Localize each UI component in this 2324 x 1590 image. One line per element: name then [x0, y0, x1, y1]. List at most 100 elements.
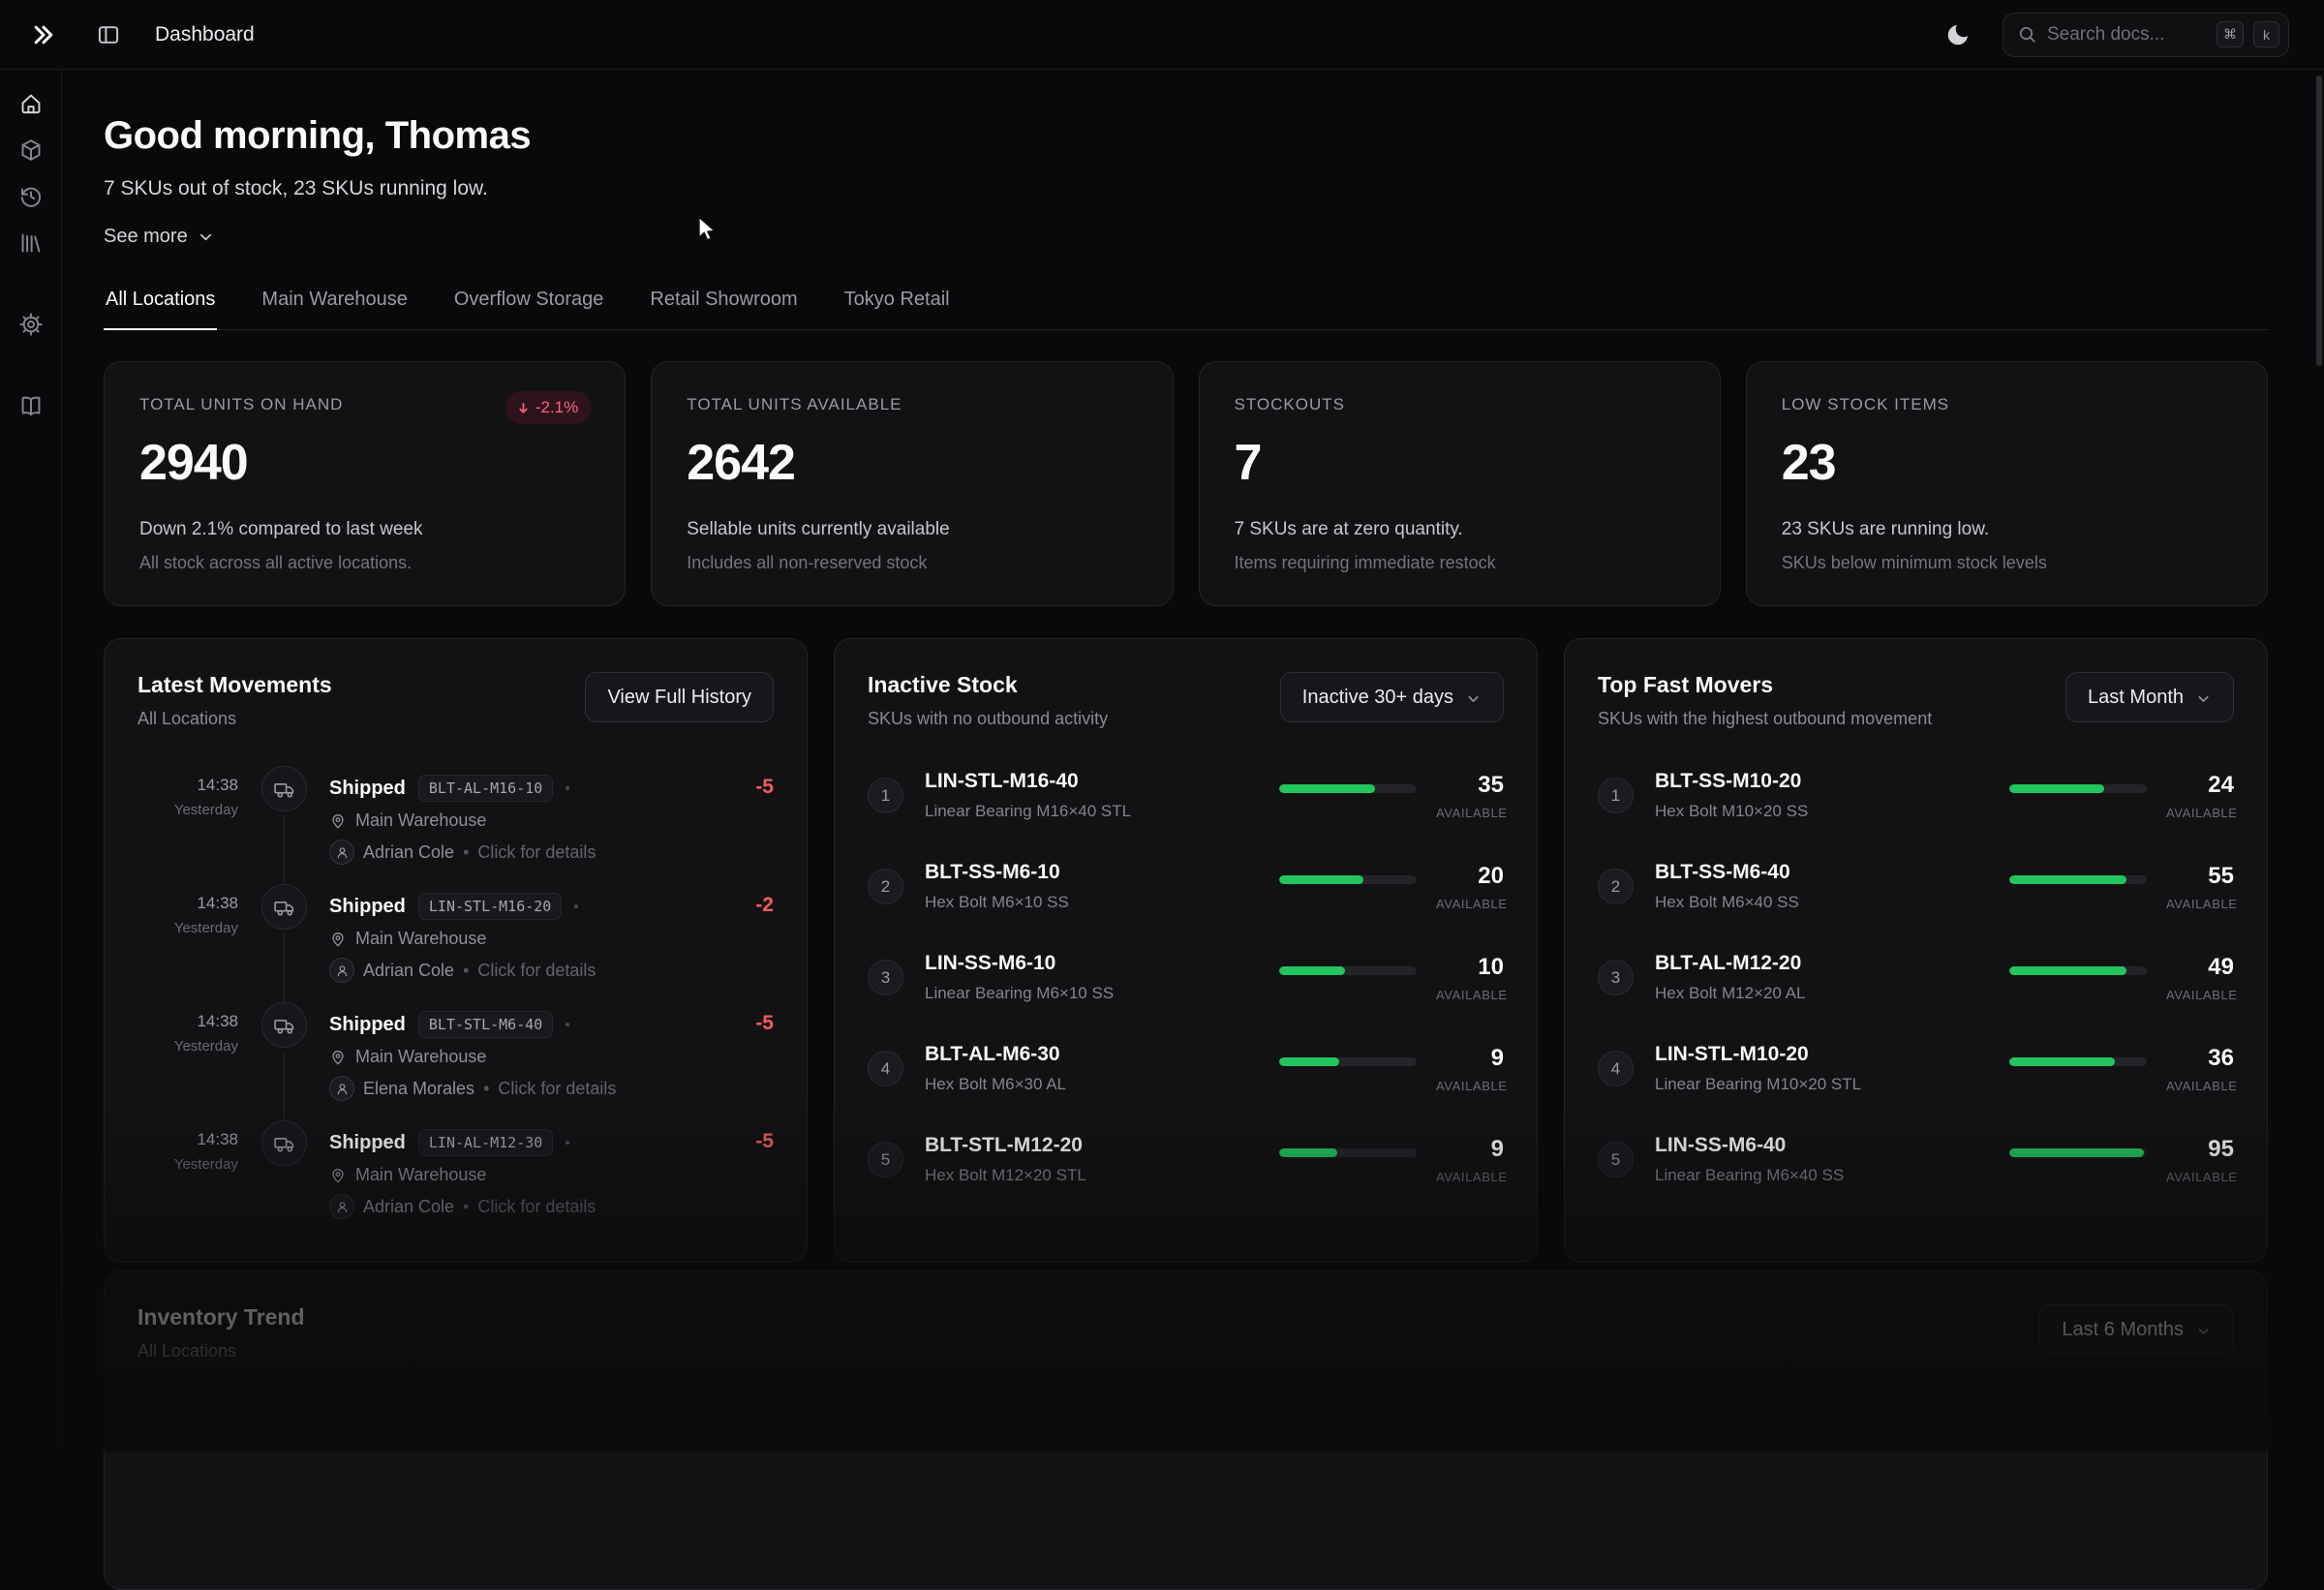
movement-quantity: -5 [718, 1120, 774, 1219]
movement-location: Main Warehouse [355, 929, 486, 949]
available-label: AVAILABLE [1436, 1170, 1504, 1184]
map-pin-icon [329, 931, 347, 948]
stock-sku: LIN-STL-M10-20 [1655, 1043, 2002, 1066]
stock-bar [2009, 1148, 2147, 1157]
app-logo[interactable] [25, 16, 62, 53]
stock-available-value: 24 [2166, 772, 2234, 799]
dot-separator: • [463, 1197, 469, 1217]
stock-sku: BLT-SS-M6-10 [925, 861, 1271, 884]
sidebar-item-catalog[interactable] [12, 224, 50, 262]
stat-card-units-on-hand[interactable]: TOTAL UNITS ON HAND -2.1% 2940 Down 2.1%… [104, 361, 626, 606]
stock-row[interactable]: 3 LIN-SS-M6-10 Linear Bearing M6×10 SS 1… [868, 952, 1504, 1003]
movement-user: Adrian Cole [363, 961, 454, 981]
stock-row[interactable]: 3 BLT-AL-M12-20 Hex Bolt M12×20 AL 49 AV… [1598, 952, 2234, 1003]
trend-period-dropdown[interactable]: Last 6 Months [2039, 1304, 2234, 1355]
stock-row[interactable]: 5 BLT-STL-M12-20 Hex Bolt M12×20 STL 9 A… [868, 1134, 1504, 1185]
stock-available-value: 9 [1436, 1045, 1504, 1072]
latest-movements-panel: Latest Movements All Locations View Full… [104, 638, 808, 1263]
gear-icon [18, 312, 44, 337]
stat-card-units-available[interactable]: TOTAL UNITS AVAILABLE 2642 Sellable unit… [651, 361, 1173, 606]
stock-sku: BLT-SS-M10-20 [1655, 770, 2002, 793]
book-open-icon [18, 393, 44, 418]
movement-sku-chip: BLT-STL-M6-40 [418, 1011, 553, 1038]
search-box[interactable]: ⌘ k [2003, 13, 2289, 57]
stock-row[interactable]: 2 BLT-SS-M6-10 Hex Bolt M6×10 SS 20 AVAI… [868, 861, 1504, 912]
theme-toggle-button[interactable] [1939, 15, 1977, 54]
movement-time: 14:38 Yesterday [138, 766, 238, 865]
available-label: AVAILABLE [2166, 1170, 2234, 1184]
stat-card-low-stock[interactable]: LOW STOCK ITEMS 23 23 SKUs are running l… [1746, 361, 2268, 606]
sidebar-toggle-button[interactable] [89, 15, 128, 54]
movement-row[interactable]: 14:38 Yesterday Shipped BLT-AL [138, 766, 774, 865]
available-label: AVAILABLE [2166, 897, 2234, 911]
panel-left-icon [96, 22, 121, 47]
stock-bar [2009, 784, 2147, 793]
fast-movers-period-dropdown[interactable]: Last Month [2065, 672, 2234, 722]
stock-description: Linear Bearing M6×40 SS [1655, 1166, 2002, 1185]
movement-sku-chip: LIN-AL-M12-30 [418, 1129, 553, 1156]
movement-location: Main Warehouse [355, 1165, 486, 1185]
chevron-down-icon [2195, 690, 2212, 707]
sidebar-item-settings[interactable] [12, 305, 50, 344]
movement-row[interactable]: 14:38 Yesterday Shipped BLT-ST [138, 1002, 774, 1101]
kbd-k: k [2253, 21, 2279, 47]
chevron-down-icon [2195, 1323, 2212, 1339]
truck-icon [273, 1014, 295, 1036]
greeting-title: Good morning, Thomas [104, 114, 2268, 158]
dot-separator: • [483, 1079, 489, 1099]
stock-row[interactable]: 5 LIN-SS-M6-40 Linear Bearing M6×40 SS 9… [1598, 1134, 2234, 1185]
inactive-period-dropdown[interactable]: Inactive 30+ days [1280, 672, 1504, 722]
movement-details-link[interactable]: Click for details [498, 1079, 616, 1099]
stock-available-value: 10 [1436, 954, 1504, 981]
sidebar-item-inventory[interactable] [12, 131, 50, 169]
movement-details-link[interactable]: Click for details [477, 1197, 596, 1217]
see-more-button[interactable]: See more [104, 226, 215, 248]
tab-retail-showroom[interactable]: Retail Showroom [648, 289, 799, 329]
stock-bar-fill [2009, 1057, 2115, 1066]
stat-description: Sellable units currently available [687, 519, 1137, 540]
search-input[interactable] [2047, 24, 2207, 46]
page-scrollbar[interactable] [2316, 76, 2322, 366]
user-icon [335, 963, 350, 978]
stock-row[interactable]: 1 BLT-SS-M10-20 Hex Bolt M10×20 SS 24 AV… [1598, 770, 2234, 821]
stock-sku: LIN-SS-M6-10 [925, 952, 1271, 975]
stock-bar-fill [2009, 875, 2126, 884]
tab-main-warehouse[interactable]: Main Warehouse [260, 289, 409, 329]
stock-row[interactable]: 4 BLT-AL-M6-30 Hex Bolt M6×30 AL 9 AVAIL… [868, 1043, 1504, 1094]
sidebar-item-history[interactable] [12, 177, 50, 216]
stock-bar-fill [2009, 784, 2104, 793]
stat-value: 7 [1235, 434, 1685, 492]
tab-tokyo-retail[interactable]: Tokyo Retail [842, 289, 952, 329]
panel-title: Inventory Trend [138, 1304, 305, 1330]
movement-content: Shipped LIN-STL-M16-20 Main Warehouse [329, 884, 718, 983]
chevron-down-icon [197, 228, 215, 246]
movement-time-value: 14:38 [138, 1130, 238, 1149]
movement-details-link[interactable]: Click for details [477, 961, 596, 981]
stock-row[interactable]: 4 LIN-STL-M10-20 Linear Bearing M10×20 S… [1598, 1043, 2234, 1094]
sidebar-item-docs[interactable] [12, 386, 50, 425]
topbar: Dashboard ⌘ k [0, 0, 2324, 70]
rank-badge: 1 [1598, 778, 1634, 813]
available-label: AVAILABLE [2166, 1079, 2234, 1093]
stock-available-value: 9 [1436, 1136, 1504, 1163]
movement-action: Shipped [329, 1132, 406, 1154]
arrow-down-icon [516, 401, 531, 415]
sidebar-item-home[interactable] [12, 84, 50, 123]
movement-details-link[interactable]: Click for details [477, 842, 596, 863]
avatar [329, 1076, 354, 1101]
movement-row[interactable]: 14:38 Yesterday Shipped LIN-ST [138, 884, 774, 983]
stock-row[interactable]: 1 LIN-STL-M16-40 Linear Bearing M16×40 S… [868, 770, 1504, 821]
search-icon [2017, 24, 2037, 45]
movement-time-value: 14:38 [138, 894, 238, 913]
available-label: AVAILABLE [1436, 806, 1504, 820]
movement-row[interactable]: 14:38 Yesterday Shipped LIN-AL [138, 1120, 774, 1219]
stock-bar [2009, 1057, 2147, 1066]
stock-row[interactable]: 2 BLT-SS-M6-40 Hex Bolt M6×40 SS 55 AVAI… [1598, 861, 2234, 912]
stat-card-stockouts[interactable]: STOCKOUTS 7 7 SKUs are at zero quantity.… [1199, 361, 1721, 606]
stock-description: Hex Bolt M12×20 AL [1655, 984, 2002, 1003]
topbar-left: Dashboard [0, 15, 255, 54]
tab-all-locations[interactable]: All Locations [104, 289, 217, 329]
tab-overflow-storage[interactable]: Overflow Storage [452, 289, 606, 329]
dropdown-value: Last 6 Months [2062, 1319, 2184, 1341]
view-full-history-button[interactable]: View Full History [585, 672, 774, 722]
